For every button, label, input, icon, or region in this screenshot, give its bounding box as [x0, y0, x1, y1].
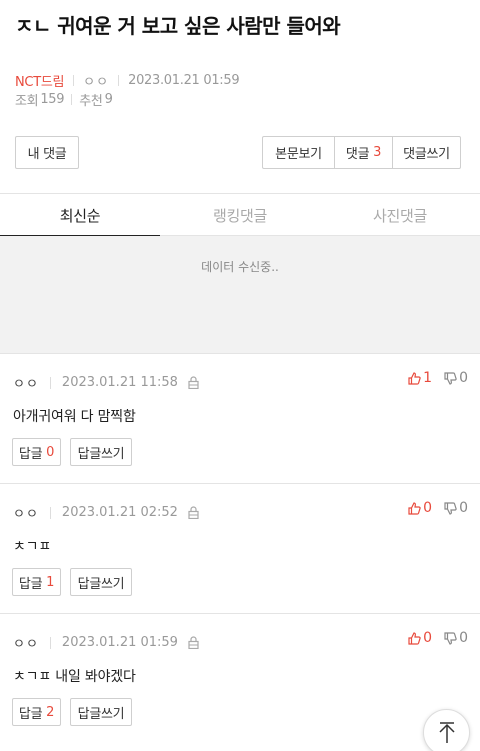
comment-author: ㅇㅇ [13, 377, 39, 392]
comment-author: ㅇㅇ [13, 507, 39, 522]
downvote-count: 0 [459, 500, 468, 516]
reply-label: 답글 [18, 446, 43, 462]
downvote-count: 0 [459, 370, 468, 386]
post-meta: NCT드림 ㅇㅇ 2023.01.21 01:59 [15, 71, 240, 90]
recommend-label: 추천 [79, 94, 103, 109]
views-count: 159 [40, 92, 65, 107]
post-action-group: 본문보기 댓글 3 댓글쓰기 [262, 136, 461, 169]
lock-icon [188, 376, 199, 389]
comment-date: 2023.01.21 02:52 [61, 505, 178, 520]
reply-label: 답글 [18, 576, 43, 592]
board-name[interactable]: NCT드림 [15, 71, 64, 90]
lock-icon [188, 636, 199, 649]
comment-author: ㅇㅇ [13, 637, 39, 652]
comment-actions: 답글 1 답글쓰기 [12, 568, 141, 596]
post-stats: 조회 159 추천 9 [15, 90, 113, 109]
comment-meta: ㅇㅇ 2023.01.21 11:58 [13, 373, 199, 392]
upvote-button[interactable]: 1 [408, 370, 432, 386]
upvote-count: 0 [423, 500, 433, 516]
loading-text: 데이터 수신중.. [201, 260, 279, 274]
comment-votes: 0 0 [408, 500, 468, 516]
write-reply-button[interactable]: 답글쓰기 [70, 438, 132, 466]
thumbs-up-icon [408, 371, 421, 385]
upvote-count: 0 [423, 630, 433, 646]
reply-count: 0 [46, 444, 55, 460]
comment-item: ㅇㅇ 2023.01.21 02:52 0 0 ㅊㄱㅍ 답글 1 답글쓰기 [0, 483, 480, 613]
meta-divider [71, 94, 73, 105]
comment-date: 2023.01.21 01:59 [61, 635, 178, 650]
views-label: 조회 [15, 94, 39, 109]
comment-actions: 답글 2 답글쓰기 [12, 698, 141, 726]
meta-divider [49, 376, 51, 389]
my-comments-button[interactable]: 내 댓글 [15, 136, 79, 169]
downvote-button[interactable]: 0 [444, 630, 468, 646]
meta-divider [49, 636, 51, 649]
comment-item: ㅇㅇ 2023.01.21 01:59 0 0 ㅊㄱㅍ 내일 봐야겠다 답글 2… [0, 613, 480, 743]
reply-button[interactable]: 답글 1 [12, 568, 61, 596]
comment-body: 아개귀여워 다 맘찍함 [13, 409, 136, 425]
tab-ranking[interactable]: 랭킹댓글 [160, 194, 320, 236]
comment-meta: ㅇㅇ 2023.01.21 02:52 [13, 503, 199, 522]
downvote-button[interactable]: 0 [444, 500, 468, 516]
comment-body: ㅊㄱㅍ 내일 봐야겠다 [13, 669, 136, 685]
meta-divider [118, 75, 120, 86]
comment-meta: ㅇㅇ 2023.01.21 01:59 [13, 633, 199, 652]
comment-votes: 1 0 [408, 370, 468, 386]
reply-label: 답글 [18, 706, 43, 722]
thumbs-down-icon [444, 501, 457, 515]
comment-item: ㅇㅇ 2023.01.21 11:58 1 0 아개귀여워 다 맘찍함 답글 0… [0, 353, 480, 483]
comment-actions: 답글 0 답글쓰기 [12, 438, 141, 466]
comment-votes: 0 0 [408, 630, 468, 646]
comment-sort-tabs: 최신순 랭킹댓글 사진댓글 [0, 194, 480, 237]
lock-icon [188, 506, 199, 519]
post-date: 2023.01.21 01:59 [128, 73, 240, 88]
reply-button[interactable]: 답글 2 [12, 698, 61, 726]
comment-body: ㅊㄱㅍ [13, 539, 52, 555]
scroll-top-button[interactable] [423, 709, 470, 751]
view-post-button[interactable]: 본문보기 [263, 137, 334, 168]
upvote-button[interactable]: 0 [408, 500, 432, 516]
tab-photo[interactable]: 사진댓글 [320, 194, 480, 236]
upvote-count: 1 [423, 370, 433, 386]
post-author: ㅇㅇ [83, 75, 110, 90]
write-comment-button[interactable]: 댓글쓰기 [392, 137, 460, 168]
reply-button[interactable]: 답글 0 [12, 438, 61, 466]
upvote-button[interactable]: 0 [408, 630, 432, 646]
post-title: ㅈㄴ 귀여운 거 보고 싶은 사람만 들어와 [15, 14, 341, 38]
thumbs-up-icon [408, 501, 421, 515]
thumbs-down-icon [444, 371, 457, 385]
comments-button[interactable]: 댓글 3 [334, 137, 392, 168]
write-reply-button[interactable]: 답글쓰기 [70, 568, 132, 596]
recommend-count: 9 [104, 92, 113, 107]
comments-label: 댓글 [345, 147, 370, 162]
downvote-button[interactable]: 0 [444, 370, 468, 386]
downvote-count: 0 [459, 630, 468, 646]
reply-count: 1 [46, 574, 55, 590]
thumbs-up-icon [408, 631, 421, 645]
meta-divider [73, 75, 75, 86]
tab-latest[interactable]: 최신순 [0, 194, 160, 237]
comments-count: 3 [373, 145, 382, 160]
comment-date: 2023.01.21 11:58 [61, 375, 178, 390]
write-reply-button[interactable]: 답글쓰기 [70, 698, 132, 726]
thumbs-down-icon [444, 631, 457, 645]
loading-panel: 데이터 수신중.. [0, 236, 480, 353]
arrow-up-icon [438, 721, 455, 743]
meta-divider [49, 506, 51, 519]
reply-count: 2 [46, 704, 55, 720]
